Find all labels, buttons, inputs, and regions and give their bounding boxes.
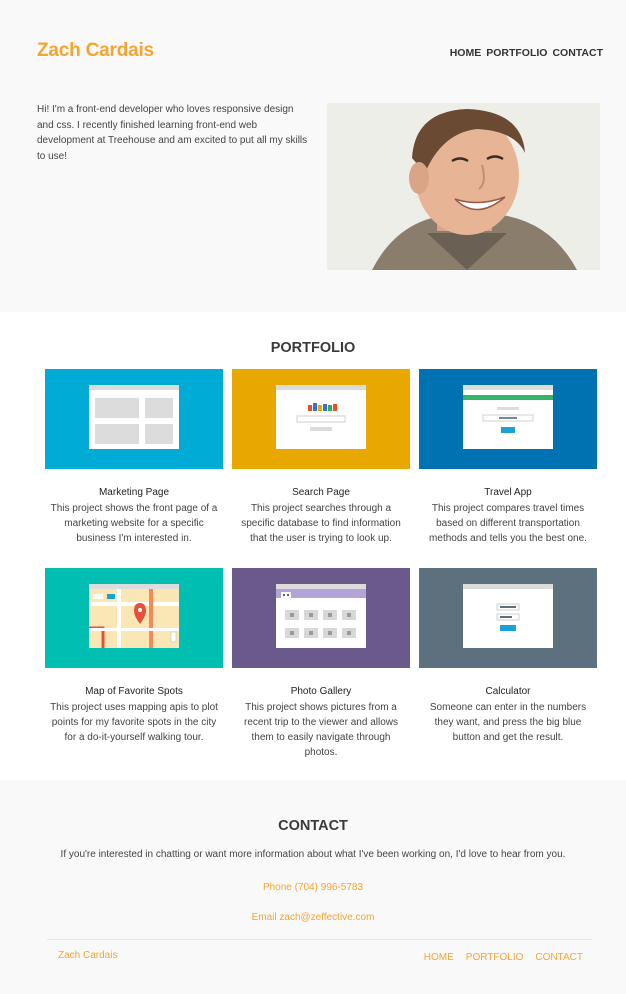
contact-heading: CONTACT: [278, 818, 348, 834]
site-logo[interactable]: Zach Cardais: [37, 40, 154, 62]
footer-nav: HOME PORTFOLIO CONTACT: [424, 952, 583, 963]
search-thumbnail[interactable]: [232, 369, 410, 469]
card-description: This project compares travel times based…: [429, 503, 587, 544]
nav-portfolio-link[interactable]: PORTFOLIO: [486, 47, 547, 59]
gallery-thumbnail[interactable]: [232, 568, 410, 668]
travel-thumbnail[interactable]: [419, 369, 597, 469]
portfolio-card-calculator[interactable]: Calculator Someone can enter in the numb…: [419, 568, 597, 745]
intro-text: Hi! I'm a front-end developer who loves …: [37, 104, 308, 162]
card-title: Calculator: [485, 686, 531, 697]
card-description: This project uses mapping apis to plot p…: [50, 702, 218, 743]
top-nav: HOME PORTFOLIO CONTACT: [450, 47, 603, 59]
phone-link[interactable]: (704) 996-5783: [295, 882, 363, 893]
nav-home-link[interactable]: HOME: [450, 47, 482, 59]
card-title: Marketing Page: [98, 487, 170, 498]
phone-label: Phone: [262, 882, 292, 893]
header-section: Zach Cardais HOME PORTFOLIO CONTACT Hi! …: [0, 0, 626, 312]
email-line: Email zach@zeffective.com: [0, 912, 626, 923]
portfolio-card-gallery[interactable]: Photo Gallery This project shows picture…: [232, 568, 410, 760]
card-description: This project shows the front page of a m…: [50, 503, 218, 544]
card-title: Travel App: [484, 487, 532, 498]
portfolio-card-search[interactable]: Search Page This project searches throug…: [232, 369, 410, 546]
portfolio-heading: PORTFOLIO: [270, 340, 356, 356]
card-title: Search Page: [292, 487, 350, 498]
marketing-thumbnail[interactable]: [45, 369, 223, 469]
footer-home-link[interactable]: HOME: [424, 952, 454, 963]
portfolio-card-marketing[interactable]: Marketing Page This project shows the fr…: [45, 369, 223, 546]
profile-photo: [327, 103, 600, 270]
card-description: This project shows pictures from a recen…: [244, 702, 398, 758]
portfolio-section: PORTFOLIO Marketing Page This project sh…: [0, 312, 626, 780]
email-label: Email: [251, 912, 277, 923]
footer-contact-link[interactable]: CONTACT: [535, 952, 583, 963]
phone-line: Phone (704) 996-5783: [0, 882, 626, 893]
contact-text: If you're interested in chatting or want…: [60, 849, 566, 860]
card-title: Photo Gallery: [290, 686, 352, 697]
map-thumbnail[interactable]: [45, 568, 223, 668]
card-description: This project searches through a specific…: [241, 503, 401, 544]
email-link[interactable]: zach@zeffective.com: [279, 912, 374, 923]
calculator-thumbnail[interactable]: [419, 568, 597, 668]
contact-section: CONTACT If you're interested in chatting…: [0, 780, 626, 994]
portfolio-card-map[interactable]: Map of Favorite Spots This project uses …: [45, 568, 223, 745]
footer-divider: [47, 939, 592, 940]
card-title: Map of Favorite Spots: [85, 686, 183, 697]
nav-contact-link[interactable]: CONTACT: [552, 47, 603, 59]
card-description: Someone can enter in the numbers they wa…: [429, 702, 587, 743]
footer-logo[interactable]: Zach Cardais: [58, 950, 117, 961]
footer-portfolio-link[interactable]: PORTFOLIO: [466, 952, 524, 963]
portfolio-card-travel[interactable]: Travel App This project compares travel …: [419, 369, 597, 546]
